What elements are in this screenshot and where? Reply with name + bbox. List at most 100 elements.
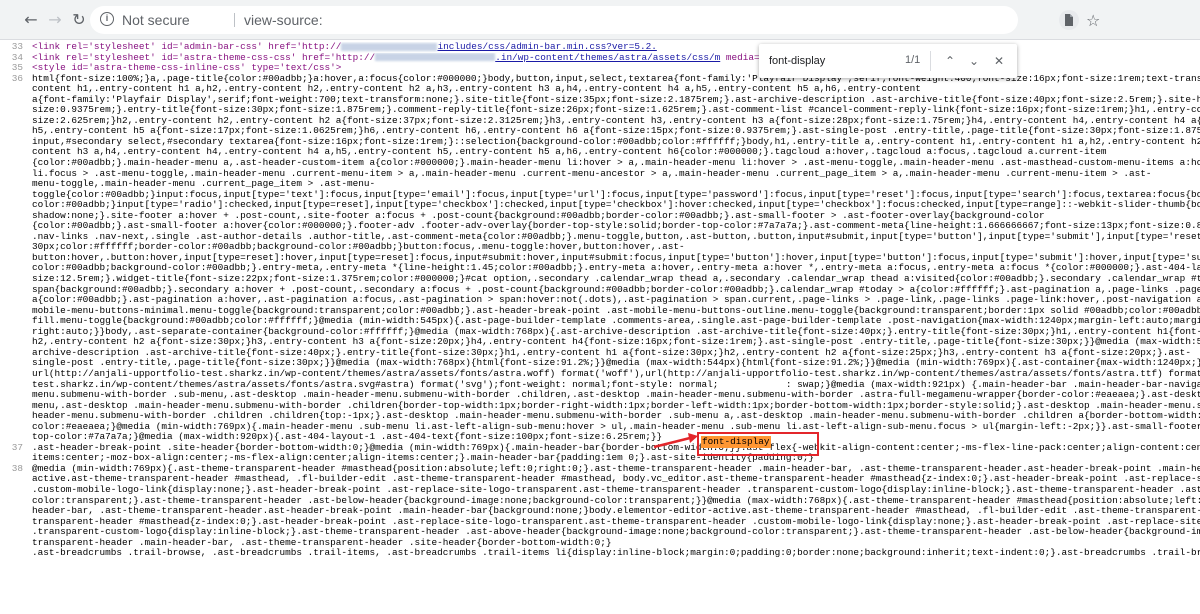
link-tag-prefix: <link rel='stylesheet' id='astra-theme-c… <box>32 52 376 63</box>
source-line: .ast-breadcrumbs .trail-browse, .ast-bre… <box>0 548 1200 559</box>
source-line: content h3 a,h4,.entry-content h4,.entry… <box>0 147 1200 158</box>
line-number <box>0 474 32 485</box>
extension-icon[interactable] <box>1059 10 1079 30</box>
find-match-count: 1/1 <box>905 54 921 66</box>
line-code: header-menu.submenu-with-border .childre… <box>32 411 1200 422</box>
line-code: <link rel='stylesheet' id='astra-theme-c… <box>32 53 1200 64</box>
info-icon[interactable]: i <box>100 12 114 26</box>
line-number <box>0 327 32 338</box>
source-line: transparent-header #masthead{z-index:0;}… <box>0 517 1200 528</box>
find-close-icon[interactable]: ✕ <box>991 53 1007 69</box>
line-code: single-post .entry-title,.page-title{fon… <box>32 358 1200 369</box>
code-after-match: : swap;}@media (max-width:921px) {.main-… <box>785 379 1200 390</box>
source-line: h2,.entry-content h2 a{font-size:30px;}h… <box>0 337 1200 348</box>
find-bar: 1/1 ⌃ ⌄ ✕ <box>759 44 1017 78</box>
line-number <box>0 517 32 528</box>
line-code: color:transparent;}.ast-theme-transparen… <box>32 495 1200 506</box>
line-number <box>0 211 32 222</box>
stylesheet-link[interactable]: .in/wp-content/themes/astra/assets/css/m <box>495 53 720 63</box>
line-code: url(http://anjali-upportfolio-test.shark… <box>32 368 1200 379</box>
source-line: archive-description .ast-archive-title{f… <box>0 348 1200 359</box>
line-number <box>0 263 32 274</box>
line-code: input,#secondary select,#secondary texta… <box>32 136 1200 147</box>
source-line: 37 .ast-header-break-point .site-header{b… <box>0 441 1200 454</box>
line-code: a{font-family:'Playfair Display',serif;f… <box>32 94 1200 105</box>
line-number: 37 <box>11 441 23 453</box>
find-previous-icon[interactable]: ⌃ <box>942 53 958 69</box>
source-line: 34 <link rel='stylesheet' id='astra-theme… <box>0 52 1200 64</box>
line-code: items:center;-moz-box-align:center;-ms-f… <box>32 453 815 464</box>
redacted-domain <box>341 42 438 51</box>
line-code: {color:#00adbb;}.ast-small-footer a:hove… <box>32 221 1200 232</box>
source-line: size:12.5rem;}.widget-title{font-size:22… <box>0 274 1200 285</box>
line-code: active.ast-theme-transparent-header #mas… <box>32 474 1200 485</box>
bookmark-star-icon[interactable]: ☆ <box>1086 11 1100 30</box>
source-line: 35 <style id='astra-theme-css-inline-css'… <box>0 63 1200 74</box>
source-line: color:#00adbb;}input[type='radio']:check… <box>0 200 1200 211</box>
line-code: menu-toggle,.main-header-menu .current_p… <box>32 179 376 190</box>
annotation-box <box>697 432 819 456</box>
source-line: 33 <link rel='stylesheet' id='admin-bar-c… <box>0 42 1200 53</box>
reload-icon[interactable]: ↻ <box>70 11 88 29</box>
line-number: 38 <box>11 462 23 474</box>
line-code: fill.menu-toggle{background:#00adbb;colo… <box>32 316 1200 327</box>
line-code: @media (min-width:769px){.ast-theme-tran… <box>32 463 1200 474</box>
line-number <box>0 422 32 433</box>
line-code: right:auto;}}body,.ast-separate-containe… <box>32 326 1200 337</box>
source-line: h5,.entry-content h5 a{font-size:17px;fo… <box>0 126 1200 137</box>
line-code: menu,.ast-desktop .main-header-menu.subm… <box>32 400 1200 411</box>
line-number <box>0 95 32 106</box>
line-code: menu.submenu-with-border .sub-menu,.ast-… <box>32 390 1200 401</box>
forward-arrow-icon[interactable]: → <box>46 11 64 29</box>
line-number <box>0 84 32 95</box>
line-number <box>0 179 32 190</box>
source-line: content h1,.entry-content h1 a,h2,.entry… <box>0 84 1200 95</box>
browser-toolbar: ← → ↻ i Not secure view-source: ☆ <box>0 0 1200 40</box>
find-next-icon[interactable]: ⌄ <box>966 53 982 69</box>
line-number <box>0 200 32 211</box>
line-code: content h3 a,h4,.entry-content h4,.entry… <box>32 147 1107 158</box>
find-input[interactable] <box>769 53 899 69</box>
line-number <box>0 274 32 285</box>
source-line: mobile-menu-buttons-minimal.menu-toggle{… <box>0 306 1200 317</box>
back-arrow-icon[interactable]: ← <box>22 11 40 29</box>
line-code: archive-description .ast-archive-title{f… <box>32 347 1191 358</box>
source-line: .nav-links .nav-next,.single .ast-author… <box>0 232 1200 243</box>
annotation-arrow-icon <box>653 433 698 449</box>
source-line: {color:#00adbb;}.main-header-menu a,.ast… <box>0 158 1200 169</box>
line-code: a{color:#00adbb;}.ast-pagination a:hover… <box>32 295 1200 306</box>
line-number <box>0 358 32 369</box>
source-line: a{font-family:'Playfair Display',serif;f… <box>0 95 1200 106</box>
source-line: li.focus > .ast-menu-toggle,.main-header… <box>0 169 1200 180</box>
line-code: <link rel='stylesheet' id='admin-bar-css… <box>32 42 1200 53</box>
source-line: items:center;-moz-box-align:center;-ms-f… <box>0 453 1200 464</box>
line-number <box>0 369 32 380</box>
line-code: header-bar, .ast-theme-transparent-heade… <box>32 506 1200 517</box>
security-status[interactable]: Not secure <box>122 12 190 28</box>
line-number <box>0 306 32 317</box>
source-line: .custom-mobile-logo-link{display:none;}.… <box>0 485 1200 496</box>
line-code: {color:#00adbb;}.main-header-menu a,.ast… <box>32 158 1200 169</box>
url-text[interactable]: view-source: <box>244 12 323 28</box>
line-code: color:#eaeaea;}@media (min-width:769px){… <box>32 421 1200 432</box>
source-line: size:2.625rem;}h2,.entry-content h2,.ent… <box>0 116 1200 127</box>
redacted-domain <box>375 53 496 62</box>
find-divider <box>930 51 931 71</box>
line-number <box>0 485 32 496</box>
line-code: .nav-links .nav-next,.single .ast-author… <box>32 231 1200 242</box>
source-line: test.sharkz.in/wp-content/themes/astra/a… <box>0 380 1200 391</box>
line-number <box>0 105 32 116</box>
source-line: right:auto;}}body,.ast-separate-containe… <box>0 327 1200 338</box>
line-number <box>0 337 32 348</box>
line-number <box>0 390 32 401</box>
line-number <box>0 285 32 296</box>
stylesheet-link[interactable]: includes/css/admin-bar.min.css?ver=5.2. <box>437 42 656 52</box>
line-code: transparent-header #masthead{z-index:0;}… <box>32 516 1200 527</box>
line-code: color:#00adbb;}input[type='radio']:check… <box>32 200 1200 211</box>
address-bar[interactable]: i Not secure view-source: ☆ <box>90 6 1100 34</box>
line-code: top-color:#7a7a7a;}@media (max-width:920… <box>32 432 663 443</box>
source-line: 30px;color:#ffffff;border-color:#00adbb;… <box>0 242 1200 253</box>
source-line: button:hover,.button:hover,input[type=re… <box>0 253 1200 264</box>
source-line: size:0.9375rem;}.entry-title{font-size:3… <box>0 105 1200 116</box>
source-line: .transparent-custom-logo{display:inline-… <box>0 527 1200 538</box>
